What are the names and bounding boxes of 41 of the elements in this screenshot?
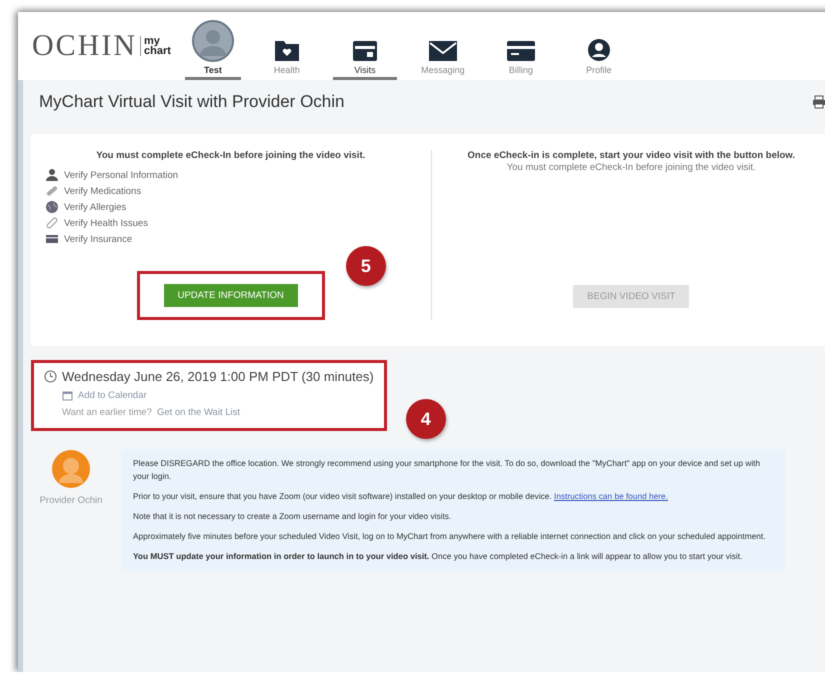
card-icon <box>506 40 536 62</box>
video-heading: Once eCheck-in is complete, start your video visit with the button below. <box>468 150 795 162</box>
nav-tab[interactable]: Health <box>254 12 319 80</box>
checklist-item: Verify Allergies <box>64 202 126 212</box>
update-information-button[interactable]: UPDATE INFORMATION <box>164 284 298 307</box>
checklist-item: Verify Personal Information <box>64 170 178 180</box>
waitlist-prompt: Want an earlier time? <box>62 407 152 418</box>
logo-mark: my chart <box>140 36 171 56</box>
clock-icon <box>44 370 57 383</box>
avatar-icon <box>192 20 234 62</box>
checklist-item: Verify Medications <box>64 186 142 196</box>
step-badge: 4 <box>406 399 446 439</box>
envelope-icon <box>428 40 458 62</box>
instructions-link[interactable]: Instructions can be found here. <box>554 491 668 501</box>
card-icon <box>45 232 59 246</box>
message-paragraph: Approximately five minutes before your scheduled Video Visit, log on to MyChart from anywhere with a reliable internet connection and click on your scheduled appointment. <box>133 530 766 543</box>
nav-tab[interactable]: Messaging <box>410 12 475 80</box>
nav-tab[interactable]: Profile <box>566 12 631 80</box>
wait-list-link[interactable]: Get on the Wait List <box>156 407 240 418</box>
video-note: You must complete eCheck-In before joining the video visit. <box>506 162 756 173</box>
person-circle-icon <box>586 38 611 62</box>
logo-text: OCHIN <box>32 29 137 63</box>
checklist-item: Verify Insurance <box>64 234 132 244</box>
nav-tab[interactable]: Test <box>184 12 241 80</box>
message-paragraph: Prior to your visit, ensure that you have Zoom (our video visit software) installed on your desktop or mobile device. Instructions can be found here. <box>133 490 669 503</box>
printer-icon[interactable] <box>812 95 825 109</box>
avatar-icon <box>51 449 91 489</box>
globe-icon <box>45 200 59 214</box>
message-paragraph: Please DISREGARD the office location. We strongly recommend using your smartphone for the visit. To do so, download the "MyChart" app on your device and set up with your login. <box>133 457 762 483</box>
step-badge: 5 <box>346 246 386 286</box>
page-title: MyChart Virtual Visit with Provider Ochin <box>39 92 344 112</box>
person-icon <box>45 168 59 182</box>
sender-name: Provider Ochin <box>40 495 102 506</box>
add-to-calendar-link[interactable]: Add to Calendar <box>78 390 147 401</box>
checkin-heading: You must complete eCheck-In before joining the video visit. <box>95 150 366 162</box>
nav-tab[interactable]: Billing <box>488 12 553 80</box>
message-paragraph: You MUST update your information in order to launch in to your video visit. Once you have completed eCheck-in a link will appear to allow you to start your visit. <box>133 550 744 563</box>
calendar-icon <box>62 390 73 401</box>
appointment-time: Wednesday June 26, 2019 1:00 PM PDT (30 minutes) <box>62 369 374 384</box>
checklist-item: Verify Health Issues <box>64 218 148 228</box>
message-paragraph: Note that it is not necessary to create a Zoom username and login for your video visits. <box>133 510 452 523</box>
